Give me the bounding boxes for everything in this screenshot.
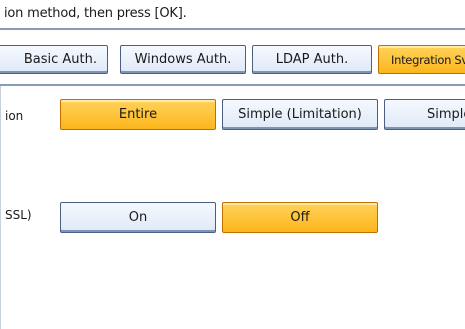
option-simple-limitation-button[interactable]: Simple (Limitation) xyxy=(222,99,378,130)
ssl-off-button[interactable]: Off xyxy=(222,202,378,233)
header-divider xyxy=(0,28,465,30)
tab-basic-auth[interactable]: Basic Auth. xyxy=(0,45,108,74)
tab-windows-auth-label: Windows Auth. xyxy=(134,52,232,67)
option-entire-button[interactable]: Entire xyxy=(60,99,216,130)
row2-label: SSL) xyxy=(5,208,32,222)
tab-integration-svr-label: Integration Svr. xyxy=(391,52,465,67)
tab-windows-auth[interactable]: Windows Auth. xyxy=(120,45,246,74)
instruction-text: ion method, then press [OK]. xyxy=(4,6,187,21)
option-simple-label: Simple xyxy=(427,107,465,122)
tab-ldap-auth-label: LDAP Auth. xyxy=(275,52,349,67)
left-edge-line xyxy=(0,86,1,329)
row1-label: ion xyxy=(5,109,24,123)
tabs-divider xyxy=(0,84,465,86)
ssl-on-button[interactable]: On xyxy=(60,202,216,233)
option-simple-limitation-label: Simple (Limitation) xyxy=(238,107,362,122)
ssl-on-label: On xyxy=(128,210,148,225)
option-simple-button[interactable]: Simple xyxy=(384,99,465,130)
auth-settings-screen: ion method, then press [OK]. Basic Auth.… xyxy=(0,0,465,329)
tab-ldap-auth[interactable]: LDAP Auth. xyxy=(252,45,372,74)
ssl-off-label: Off xyxy=(290,210,310,225)
option-entire-label: Entire xyxy=(118,107,158,122)
tab-basic-auth-label: Basic Auth. xyxy=(23,52,97,67)
tab-integration-svr[interactable]: Integration Svr. xyxy=(378,45,465,74)
